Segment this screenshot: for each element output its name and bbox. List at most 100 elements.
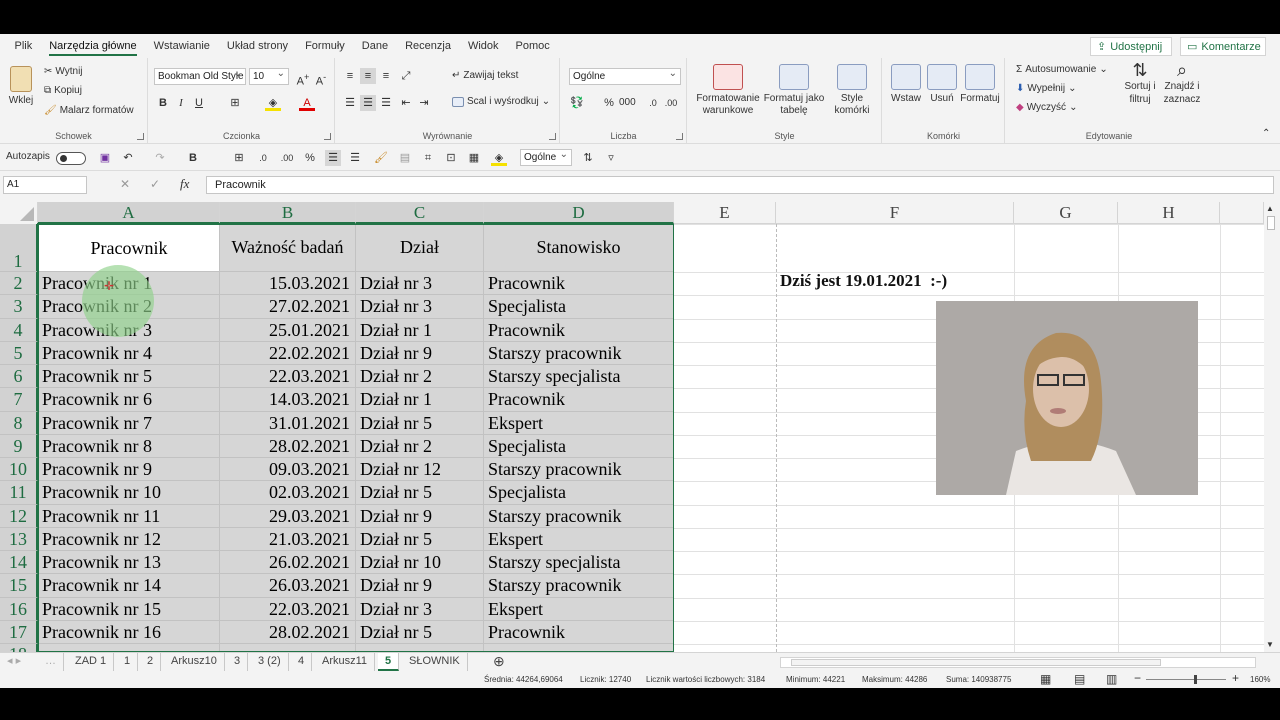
clear-button[interactable]: ◆ Wyczyść ⌄ <box>1016 102 1077 113</box>
sheet-tab-4[interactable]: 4 <box>291 653 313 671</box>
row-header-partial[interactable]: 18 <box>0 644 38 652</box>
sheet-tab-5[interactable]: 5 <box>378 653 400 671</box>
sheet-tab-zad1[interactable]: ZAD 1 <box>68 653 115 671</box>
table-cell-date[interactable]: 28.02.2021 <box>220 434 356 458</box>
row-header[interactable]: 16 <box>0 597 38 621</box>
qat-brush-icon[interactable]: 🖌 <box>373 150 389 166</box>
sheet-tab-slownik[interactable]: SŁOWNIK <box>402 653 468 671</box>
zoom-slider-thumb[interactable] <box>1194 675 1197 684</box>
table-cell-position[interactable]: Ekspert <box>484 411 674 435</box>
table-cell-position[interactable]: Ekspert <box>484 527 674 551</box>
row-header[interactable]: 8 <box>0 411 38 435</box>
font-launcher-icon[interactable] <box>324 133 331 140</box>
copy-button[interactable]: ⧉ Kopiuj <box>44 85 82 96</box>
delete-cells-button[interactable]: Usuń <box>925 64 959 104</box>
vertical-scroll-thumb[interactable] <box>1267 216 1275 230</box>
table-cell-dept[interactable]: Dział nr 5 <box>356 481 484 505</box>
qat-paste-icon[interactable]: ▤ <box>397 150 413 166</box>
table-cell-position[interactable]: Pracownik <box>484 272 674 296</box>
scroll-down-icon[interactable]: ▼ <box>1266 640 1274 649</box>
qat-customize-icon[interactable]: ▿ <box>603 150 619 166</box>
table-cell-position[interactable]: Pracownik <box>484 318 674 342</box>
qat-decimal2-icon[interactable]: .00 <box>279 150 295 166</box>
column-header-b[interactable]: B <box>220 202 356 224</box>
normal-view-icon[interactable]: ▦ <box>1040 672 1051 686</box>
table-cell-position[interactable]: Specjalista <box>484 434 674 458</box>
row-header[interactable]: 2 <box>0 272 38 296</box>
collapse-ribbon-icon[interactable]: ⌃ <box>1262 128 1270 139</box>
sheet-tab-arkusz11[interactable]: Arkusz11 <box>315 653 376 671</box>
name-box[interactable]: A1 <box>3 176 87 194</box>
orientation-icon[interactable]: ⤢ <box>398 68 414 84</box>
insert-cells-button[interactable]: Wstaw <box>889 64 923 104</box>
table-cell-date[interactable]: 15.03.2021 <box>220 272 356 296</box>
table-cell-position[interactable]: Starszy pracownik <box>484 341 674 365</box>
table-cell-date[interactable]: 28.02.2021 <box>220 620 356 644</box>
header-cell-b1[interactable]: Ważność badań <box>220 224 356 272</box>
header-cell-d1[interactable]: Stanowisko <box>484 224 674 272</box>
number-launcher-icon[interactable] <box>676 133 683 140</box>
italic-button[interactable]: I <box>173 95 189 111</box>
grow-font-icon[interactable]: A+ <box>295 69 311 88</box>
table-cell-dept[interactable]: Dział nr 10 <box>356 551 484 575</box>
alignment-launcher-icon[interactable] <box>549 133 556 140</box>
row-header[interactable]: 5 <box>0 341 38 365</box>
table-cell-position[interactable]: Specjalista <box>484 295 674 319</box>
row-header[interactable]: 12 <box>0 504 38 528</box>
table-cell-position[interactable]: Pracownik <box>484 620 674 644</box>
tab-home[interactable]: Narzędzia główne <box>41 34 145 58</box>
table-cell-position[interactable]: Starszy pracownik <box>484 504 674 528</box>
fill-color-icon[interactable]: ◈ <box>265 95 281 111</box>
cell-styles-button[interactable]: Style komórki <box>824 64 880 117</box>
table-cell-date[interactable]: 22.02.2021 <box>220 341 356 365</box>
wrap-text-button[interactable]: ↵ Zawijaj tekst <box>452 70 518 81</box>
align-center-icon[interactable]: ☰ <box>360 95 376 111</box>
table-cell-position[interactable]: Starszy specjalista <box>484 365 674 389</box>
format-as-table-button[interactable]: Formatuj jako tabelę <box>760 64 828 117</box>
qat-fill-icon[interactable]: ◈ <box>491 150 507 166</box>
sheet-tab-arkusz10[interactable]: Arkusz10 <box>164 653 225 671</box>
table-cell-name[interactable]: Pracownik nr 11 <box>38 504 220 528</box>
column-header-partial[interactable] <box>1220 202 1264 224</box>
table-cell-dept[interactable]: Dział nr 9 <box>356 341 484 365</box>
qat-percent-icon[interactable]: % <box>302 150 318 166</box>
increase-indent-icon[interactable]: ⇥ <box>416 95 432 111</box>
qat-borders-icon[interactable]: ⊞ <box>231 150 247 166</box>
cut-button[interactable]: ✂ Wytnij <box>44 66 83 77</box>
table-cell-name[interactable]: Pracownik nr 8 <box>38 434 220 458</box>
conditional-formatting-button[interactable]: Formatowanie warunkowe <box>692 64 764 117</box>
autosum-button[interactable]: Σ Autosumowanie ⌄ <box>1016 64 1108 75</box>
tab-help[interactable]: Pomoc <box>507 34 558 58</box>
table-cell-date[interactable]: 26.03.2021 <box>220 574 356 598</box>
qat-align-center-icon[interactable]: ☰ <box>325 150 341 166</box>
vertical-scrollbar[interactable]: ▲ ▼ <box>1264 202 1278 652</box>
font-size-select[interactable]: 10 <box>249 66 289 85</box>
table-cell-date[interactable]: 14.03.2021 <box>220 388 356 412</box>
decrease-indent-icon[interactable]: ⇤ <box>398 95 414 111</box>
table-cell-date[interactable]: 25.01.2021 <box>220 318 356 342</box>
format-painter-button[interactable]: 🖌 Malarz formatów <box>44 105 134 116</box>
sheet-tab-3-2[interactable]: 3 (2) <box>251 653 289 671</box>
thousands-icon[interactable]: 000 <box>619 95 636 111</box>
table-cell-position[interactable]: Starszy specjalista <box>484 551 674 575</box>
table-cell-dept[interactable]: Dział nr 1 <box>356 388 484 412</box>
align-middle-icon[interactable]: ≡ <box>360 68 376 84</box>
add-sheet-icon[interactable]: ⊕ <box>486 653 512 671</box>
underline-button[interactable]: U <box>191 95 207 111</box>
table-cell-partial[interactable] <box>220 644 356 652</box>
borders-icon[interactable]: ⊞ <box>227 95 243 111</box>
qat-decimal-icon[interactable]: .0 <box>255 150 271 166</box>
sheet-tab-1[interactable]: 1 <box>117 653 139 671</box>
align-left-icon[interactable]: ☰ <box>342 95 358 111</box>
row-header[interactable]: 17 <box>0 620 38 644</box>
scroll-up-icon[interactable]: ▲ <box>1266 204 1274 213</box>
table-cell-date[interactable]: 27.02.2021 <box>220 295 356 319</box>
decrease-decimal-icon[interactable]: .00 <box>663 95 679 111</box>
table-cell-dept[interactable]: Dział nr 3 <box>356 295 484 319</box>
row-header-1[interactable]: 1 <box>0 224 38 272</box>
table-cell-position[interactable]: Starszy pracownik <box>484 574 674 598</box>
table-cell-name[interactable]: Pracownik nr 2 <box>38 295 220 319</box>
tab-page-layout[interactable]: Układ strony <box>218 34 296 58</box>
insert-function-icon[interactable]: fx <box>180 176 189 192</box>
formula-input[interactable]: Pracownik <box>206 176 1274 194</box>
